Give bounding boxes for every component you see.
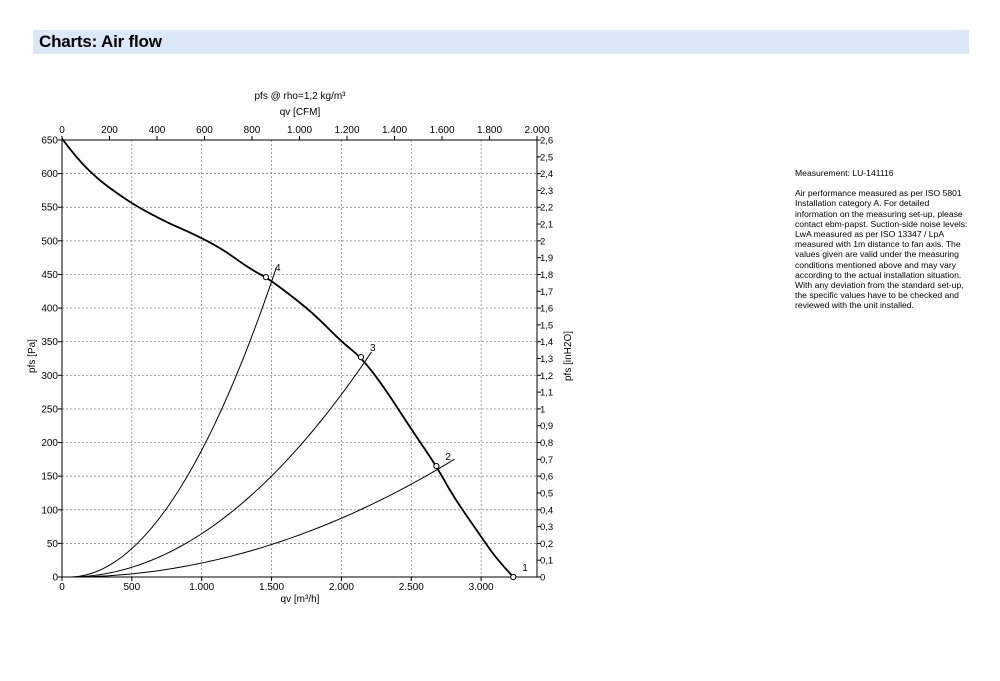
x2-tick-label: 200 bbox=[101, 125, 118, 136]
x-tick-label: 1.000 bbox=[189, 582, 214, 593]
y-tick-label: 350 bbox=[41, 337, 58, 348]
chart-title: pfs @ rho=1,2 kg/m³ bbox=[254, 91, 346, 102]
y-tick-label: 550 bbox=[41, 203, 58, 214]
y-tick-label: 100 bbox=[41, 505, 58, 516]
y2-tick-label: 0,4 bbox=[540, 505, 553, 516]
y2-tick-label: 1 bbox=[540, 404, 545, 415]
y2-tick-label: 0,3 bbox=[540, 522, 553, 533]
y-tick-label: 150 bbox=[41, 472, 58, 483]
x2-tick-label: 1.200 bbox=[334, 125, 359, 136]
y2-tick-label: 2,1 bbox=[540, 220, 553, 231]
y2-tick-label: 1,3 bbox=[540, 354, 553, 365]
measurement-description: Air performance measured as per ISO 5801… bbox=[795, 188, 968, 311]
y-tick-label: 400 bbox=[41, 304, 58, 315]
x-axis-label: qv [m³/h] bbox=[281, 594, 320, 605]
y-tick-label: 50 bbox=[47, 539, 59, 550]
operating-point-1 bbox=[510, 573, 517, 581]
measurement-title: Measurement: LU-141116 bbox=[795, 168, 894, 178]
y2-tick-label: 0,5 bbox=[540, 488, 553, 499]
y2-tick-label: 1,9 bbox=[540, 253, 553, 264]
x-tick-label: 2.000 bbox=[329, 582, 354, 593]
x-tick-label: 2.500 bbox=[399, 582, 424, 593]
y2-tick-label: 0,2 bbox=[540, 539, 553, 550]
y2-tick-label: 1,2 bbox=[540, 371, 553, 382]
y2-tick-label: 0,9 bbox=[540, 421, 553, 432]
y2-tick-label: 1,5 bbox=[540, 320, 553, 331]
measurement-note: Measurement: LU-141116 Air performance m… bbox=[795, 168, 970, 311]
x2-tick-label: 2.000 bbox=[524, 125, 549, 136]
chart-axes bbox=[61, 139, 538, 578]
y-tick-label: 600 bbox=[41, 169, 58, 180]
x-tick-label: 0 bbox=[59, 582, 65, 593]
y2-tick-label: 2,6 bbox=[540, 136, 553, 147]
y-tick-label: 250 bbox=[41, 404, 58, 415]
x-tick-label: 1.500 bbox=[259, 582, 284, 593]
x2-tick-label: 1.000 bbox=[287, 125, 312, 136]
system-curve-4 bbox=[68, 266, 277, 578]
plot-frame bbox=[61, 139, 538, 578]
operating-point-3 bbox=[357, 354, 365, 361]
x2-tick-label: 800 bbox=[244, 125, 261, 136]
chart-grid bbox=[62, 140, 537, 577]
x2-tick-label: 0 bbox=[59, 125, 65, 136]
operating-point-2 bbox=[433, 462, 440, 470]
x2-tick-label: 1.800 bbox=[477, 125, 502, 136]
operating-point-label-1: 1 bbox=[522, 563, 528, 574]
y2-axis-label: pfs [inH2O] bbox=[563, 331, 574, 381]
y2-tick-label: 2 bbox=[540, 236, 545, 247]
system-curve-2 bbox=[68, 458, 455, 578]
x2-tick-label: 1.600 bbox=[429, 125, 454, 136]
y2-tick-label: 0,7 bbox=[540, 455, 553, 466]
x2-tick-label: 600 bbox=[196, 125, 213, 136]
chart-curves bbox=[61, 138, 514, 578]
y2-tick-label: 1,4 bbox=[540, 337, 553, 348]
y2-tick-label: 1,7 bbox=[540, 287, 553, 298]
y2-tick-label: 1,8 bbox=[540, 270, 553, 281]
y2-tick-label: 2,2 bbox=[540, 203, 553, 214]
operating-point-4 bbox=[262, 274, 270, 281]
y-tick-label: 650 bbox=[41, 136, 58, 147]
y-axis-label: pfs [Pa] bbox=[27, 339, 38, 373]
y-tick-label: 500 bbox=[41, 236, 58, 247]
x2-tick-label: 1.400 bbox=[382, 125, 407, 136]
operating-point-label-2: 2 bbox=[445, 452, 451, 463]
operating-point-label-4: 4 bbox=[275, 263, 281, 274]
x2-tick-label: 400 bbox=[149, 125, 166, 136]
y2-tick-label: 0,8 bbox=[540, 438, 553, 449]
y-tick-label: 200 bbox=[41, 438, 58, 449]
fan-curve bbox=[61, 138, 514, 578]
y2-tick-label: 0,1 bbox=[540, 556, 553, 567]
y-tick-label: 450 bbox=[41, 270, 58, 281]
x-tick-label: 500 bbox=[124, 582, 141, 593]
chart-points: 1 2 3 4 bbox=[262, 263, 528, 581]
y2-tick-label: 1,6 bbox=[540, 304, 553, 315]
chart-ticks: 0 500 1.000 1.500 2.000 2.500 3.0000 200 400 600 8… bbox=[41, 125, 553, 593]
airflow-chart: 0 500 1.000 1.500 2.000 2.500 3.0000 200 400 600 8… bbox=[27, 91, 574, 605]
operating-point-label-3: 3 bbox=[370, 343, 376, 354]
y-tick-label: 300 bbox=[41, 371, 58, 382]
y2-tick-label: 1,1 bbox=[540, 388, 553, 399]
y2-tick-label: 0 bbox=[540, 573, 545, 584]
x2-axis-label: qv [CFM] bbox=[280, 107, 321, 118]
y2-tick-label: 2,4 bbox=[540, 169, 553, 180]
y-tick-label: 0 bbox=[52, 573, 58, 584]
x-tick-label: 3.000 bbox=[469, 582, 494, 593]
y2-tick-label: 2,5 bbox=[540, 152, 553, 163]
y2-tick-label: 2,3 bbox=[540, 186, 553, 197]
y2-tick-label: 0,6 bbox=[540, 472, 553, 483]
